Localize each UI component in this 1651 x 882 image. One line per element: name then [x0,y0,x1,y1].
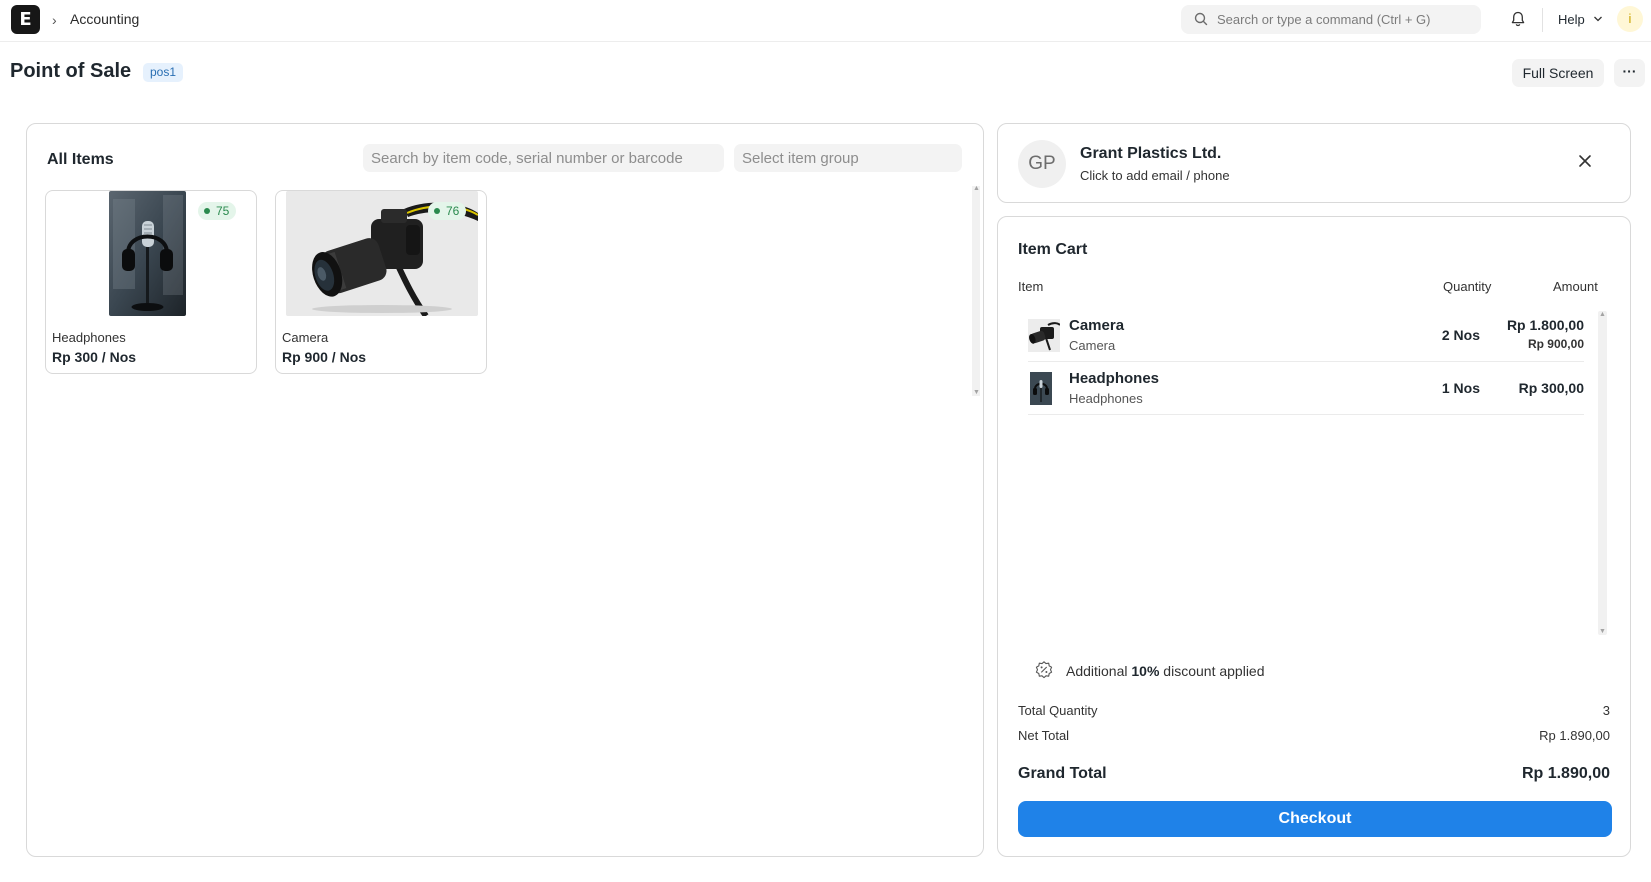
customer-contact-link[interactable]: Click to add email / phone [1080,168,1230,183]
column-header-amount: Amount [1553,279,1598,294]
stock-badge: 75 [198,202,237,220]
scroll-up-icon[interactable]: ▲ [1599,311,1606,318]
scroll-up-icon[interactable]: ▲ [973,185,980,192]
command-search-placeholder: Search or type a command (Ctrl + G) [1217,12,1431,27]
cart-title: Item Cart [1018,241,1088,258]
column-header-item: Item [1018,279,1044,294]
full-screen-button[interactable]: Full Screen [1512,59,1604,87]
cart-item-description: Camera [1069,338,1116,353]
cart-row-camera[interactable]: Camera Camera 2 Nos Rp 1.800,00 Rp 900,0… [1028,309,1584,362]
navbar: E › Accounting Search or type a command … [0,0,1651,42]
item-group-select[interactable] [734,144,962,172]
more-options-button[interactable]: ··· [1614,59,1645,87]
total-quantity-value: 3 [1602,703,1610,718]
navbar-divider [1542,8,1543,32]
net-total-label: Net Total [1018,728,1070,743]
checkout-button[interactable]: Checkout [1018,801,1612,837]
cart-row-headphones[interactable]: Headphones Headphones 1 Nos Rp 300,00 [1028,362,1584,415]
item-card-headphones[interactable]: 75 Headphones Rp 300 / Nos [45,190,257,374]
camera-thumbnail [1028,319,1060,352]
page-title: Point of Sale [10,60,132,82]
discount-message: Additional 10% discount applied [1066,663,1265,679]
column-header-quantity: Quantity [1443,279,1492,294]
item-search-input[interactable] [363,144,724,172]
items-panel: All Items ▲ ▼ [26,123,984,857]
stock-count: 75 [216,204,230,218]
pos-profile-badge: pos1 [143,63,184,82]
stock-count: 76 [446,204,460,218]
chevron-down-icon[interactable] [1593,15,1603,23]
grand-total-value: Rp 1.890,00 [1521,765,1610,782]
discount-prefix: Additional [1066,663,1132,679]
discount-value: 10% [1131,663,1160,679]
cart-item-amount: Rp 1.800,00 [1506,317,1584,333]
net-total-value: Rp 1.890,00 [1539,728,1610,743]
grand-total-label: Grand Total [1018,765,1107,782]
item-price: Rp 900 / Nos [282,349,367,365]
cart-item-quantity: 2 Nos [1441,327,1480,343]
close-icon[interactable] [1578,154,1592,168]
user-avatar[interactable]: i [1617,6,1643,32]
scroll-down-icon[interactable]: ▼ [1599,628,1606,635]
total-quantity-label: Total Quantity [1018,703,1098,718]
notification-bell-icon[interactable] [1509,10,1527,28]
command-search-input[interactable]: Search or type a command (Ctrl + G) [1181,5,1481,34]
breadcrumb-chevron-icon: › [52,12,57,28]
item-card-camera[interactable]: 76 Camera Rp 900 / Nos [275,190,487,374]
help-menu[interactable]: Help [1558,12,1585,27]
cart-item-name: Headphones [1069,370,1160,387]
stock-dot-icon [204,208,210,214]
cart-item-amount: Rp 300,00 [1518,380,1584,396]
discount-suffix: discount applied [1159,663,1265,679]
cart-item-rate: Rp 900,00 [1527,337,1584,351]
customer-avatar: GP [1018,140,1066,188]
scroll-down-icon[interactable]: ▼ [973,389,980,396]
app-logo[interactable]: E [11,5,40,34]
items-panel-title: All Items [47,151,114,168]
item-name: Camera [282,330,329,345]
items-scrollbar[interactable]: ▲ ▼ [972,185,980,396]
headphones-image [109,191,186,316]
customer-panel[interactable]: GP Grant Plastics Ltd. Click to add emai… [997,123,1631,203]
cart-item-name: Camera [1069,317,1125,334]
stock-badge: 76 [428,202,467,220]
stock-dot-icon [434,208,440,214]
headphones-thumbnail [1030,372,1052,405]
search-icon [1194,12,1208,26]
discount-percent-icon [1035,661,1053,679]
cart-item-description: Headphones [1069,391,1143,406]
cart-scrollbar[interactable]: ▲ ▼ [1598,311,1607,635]
cart-item-quantity: 1 Nos [1441,380,1480,396]
breadcrumb-accounting[interactable]: Accounting [70,11,139,27]
item-price: Rp 300 / Nos [52,349,137,365]
customer-name: Grant Plastics Ltd. [1080,145,1222,162]
item-cart-panel: Item Cart Item Quantity Amount Camera Ca… [997,216,1631,857]
item-name: Headphones [52,330,126,345]
